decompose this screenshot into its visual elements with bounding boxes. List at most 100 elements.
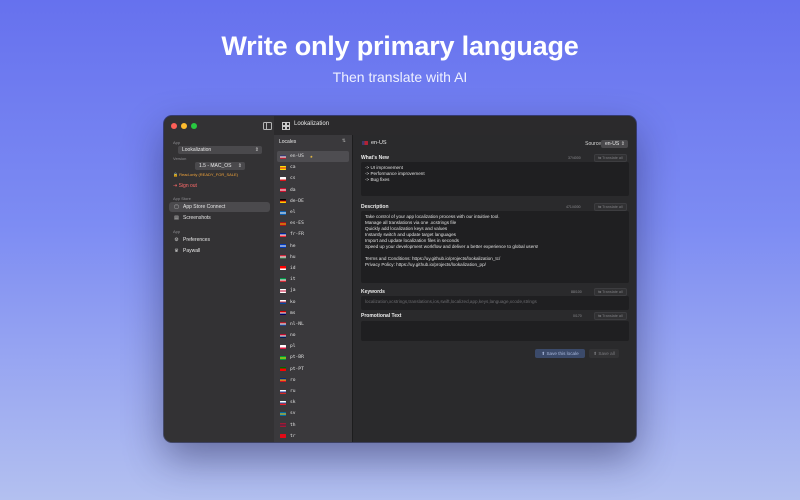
whats-new-textarea[interactable]: -> UI improvement -> Performance improve…	[361, 162, 629, 196]
source-select[interactable]: en-US ⇕	[601, 140, 628, 148]
locale-row[interactable]: th	[277, 420, 349, 431]
flag-icon	[280, 277, 286, 282]
whats-new-translate-button[interactable]: ⇆ Translate all	[594, 154, 627, 162]
flag-icon	[280, 300, 286, 305]
app-window: App Lookalization ⇕ Version 1.5 - MAC_OS…	[164, 116, 636, 442]
flag-icon	[280, 176, 286, 181]
version-select[interactable]: 1.5 - MAC_OS ⇕	[195, 162, 245, 170]
locale-code: el	[290, 210, 296, 216]
keywords-label: Keywords	[361, 289, 385, 295]
flag-icon	[280, 210, 286, 215]
locale-row[interactable]: sk	[277, 397, 349, 408]
locale-row[interactable]: id	[277, 263, 349, 274]
locale-row[interactable]: tr	[277, 431, 349, 442]
locale-row[interactable]: ko	[277, 296, 349, 307]
locale-row[interactable]: it	[277, 274, 349, 285]
flag-icon	[280, 165, 286, 170]
window-title: Lookalization	[294, 121, 330, 127]
locale-row[interactable]: da	[277, 185, 349, 196]
promo-translate-button[interactable]: ⇆ Translate all	[594, 312, 627, 320]
locale-row[interactable]: nl-NL	[277, 319, 349, 330]
save-all-button[interactable]: ⬆ Save all	[589, 349, 619, 358]
minimize-window-button[interactable]	[181, 123, 187, 129]
locale-row[interactable]: pt-PT	[277, 364, 349, 375]
locale-code: da	[290, 187, 296, 193]
primary-star-icon: ★	[309, 153, 313, 160]
keywords-input[interactable]: localization,xcstrings,translations,ios,…	[361, 296, 629, 310]
locales-header: Locales	[279, 139, 297, 145]
nav-preferences[interactable]: ⚙ Preferences	[169, 235, 270, 245]
flag-icon	[280, 232, 286, 237]
keywords-translate-button[interactable]: ⇆ Translate all	[594, 288, 627, 296]
locale-code: no	[290, 333, 296, 339]
promo-textarea[interactable]	[361, 321, 629, 341]
locale-row[interactable]: hu	[277, 252, 349, 263]
locale-code: en-US	[290, 154, 304, 160]
locale-code: de-DE	[290, 198, 304, 204]
locale-row[interactable]: fr-FR	[277, 229, 349, 240]
locale-row[interactable]: ms	[277, 308, 349, 319]
locale-row[interactable]: el	[277, 207, 349, 218]
locale-code: sk	[290, 400, 296, 406]
locale-row[interactable]: pt-BR	[277, 352, 349, 363]
locale-code: th	[290, 422, 296, 428]
locale-code: tr	[290, 433, 296, 439]
translate-label: Translate all	[602, 156, 623, 160]
locale-row[interactable]: cs	[277, 173, 349, 184]
translate-label: Translate all	[602, 290, 623, 294]
version-label: Version	[173, 156, 187, 161]
locale-row[interactable]: ro	[277, 375, 349, 386]
nav-label: Paywall	[183, 248, 201, 254]
locale-row[interactable]: ca	[277, 162, 349, 173]
locale-code: pt-PT	[290, 366, 304, 372]
flag-icon	[280, 367, 286, 372]
nav-screenshots[interactable]: ▤ Screenshots	[169, 213, 270, 223]
sign-out-button[interactable]: ⇥ Sign out	[173, 183, 197, 189]
close-window-button[interactable]	[171, 123, 177, 129]
save-all-label: Save all	[598, 351, 615, 356]
locale-row[interactable]: pl	[277, 341, 349, 352]
locale-row[interactable]: sv	[277, 408, 349, 419]
nav-label: Preferences	[183, 237, 210, 243]
locale-row[interactable]: no	[277, 330, 349, 341]
whats-new-label: What's New	[361, 155, 389, 161]
source-select-value: en-US	[605, 141, 620, 147]
description-translate-button[interactable]: ⇆ Translate all	[594, 203, 627, 211]
app-select[interactable]: Lookalization ⇕	[178, 146, 262, 154]
flag-icon	[280, 355, 286, 360]
sort-icon[interactable]: ⇅	[342, 138, 346, 144]
locale-code: ko	[290, 299, 296, 305]
locale-code: it	[290, 277, 296, 283]
locale-row[interactable]: ru	[277, 386, 349, 397]
nav-paywall[interactable]: ♛ Paywall	[169, 246, 270, 256]
locale-code: ms	[290, 310, 296, 316]
locale-row[interactable]: he	[277, 241, 349, 252]
flag-icon	[280, 378, 286, 383]
current-locale-code: en-US	[371, 140, 387, 146]
version-select-value: 1.5 - MAC_OS	[199, 163, 232, 169]
locale-row[interactable]: de-DE	[277, 196, 349, 207]
locale-code: ja	[290, 288, 296, 294]
app-store-icon: ▢	[174, 204, 179, 210]
flag-icon	[280, 322, 286, 327]
screenshots-icon: ▤	[174, 215, 179, 221]
locale-detail: en-US Source en-US ⇕ What's New 37/4000 …	[353, 135, 636, 442]
sidebar-toggle-icon[interactable]	[263, 122, 272, 130]
locale-code: pt-BR	[290, 355, 304, 361]
description-textarea[interactable]: Take control of your app localization pr…	[361, 211, 629, 283]
locale-code: es-ES	[290, 221, 304, 227]
locale-row[interactable]: en-US ★	[277, 151, 349, 163]
save-locale-button[interactable]: ⬆ Save this locale	[535, 349, 585, 358]
flag-icon	[280, 288, 286, 293]
toolbar: Lookalization	[274, 116, 636, 136]
sign-out-label: Sign out	[178, 183, 197, 189]
grid-icon[interactable]	[282, 122, 290, 130]
sidebar: App Lookalization ⇕ Version 1.5 - MAC_OS…	[164, 116, 275, 442]
flag-icon	[280, 244, 286, 249]
locale-row[interactable]: ja	[277, 285, 349, 296]
app-label: App	[173, 140, 181, 145]
locale-row[interactable]: es-ES	[277, 218, 349, 229]
zoom-window-button[interactable]	[191, 123, 197, 129]
locale-code: sv	[290, 411, 296, 417]
nav-app-store-connect[interactable]: ▢ App Store Connect	[169, 202, 270, 212]
